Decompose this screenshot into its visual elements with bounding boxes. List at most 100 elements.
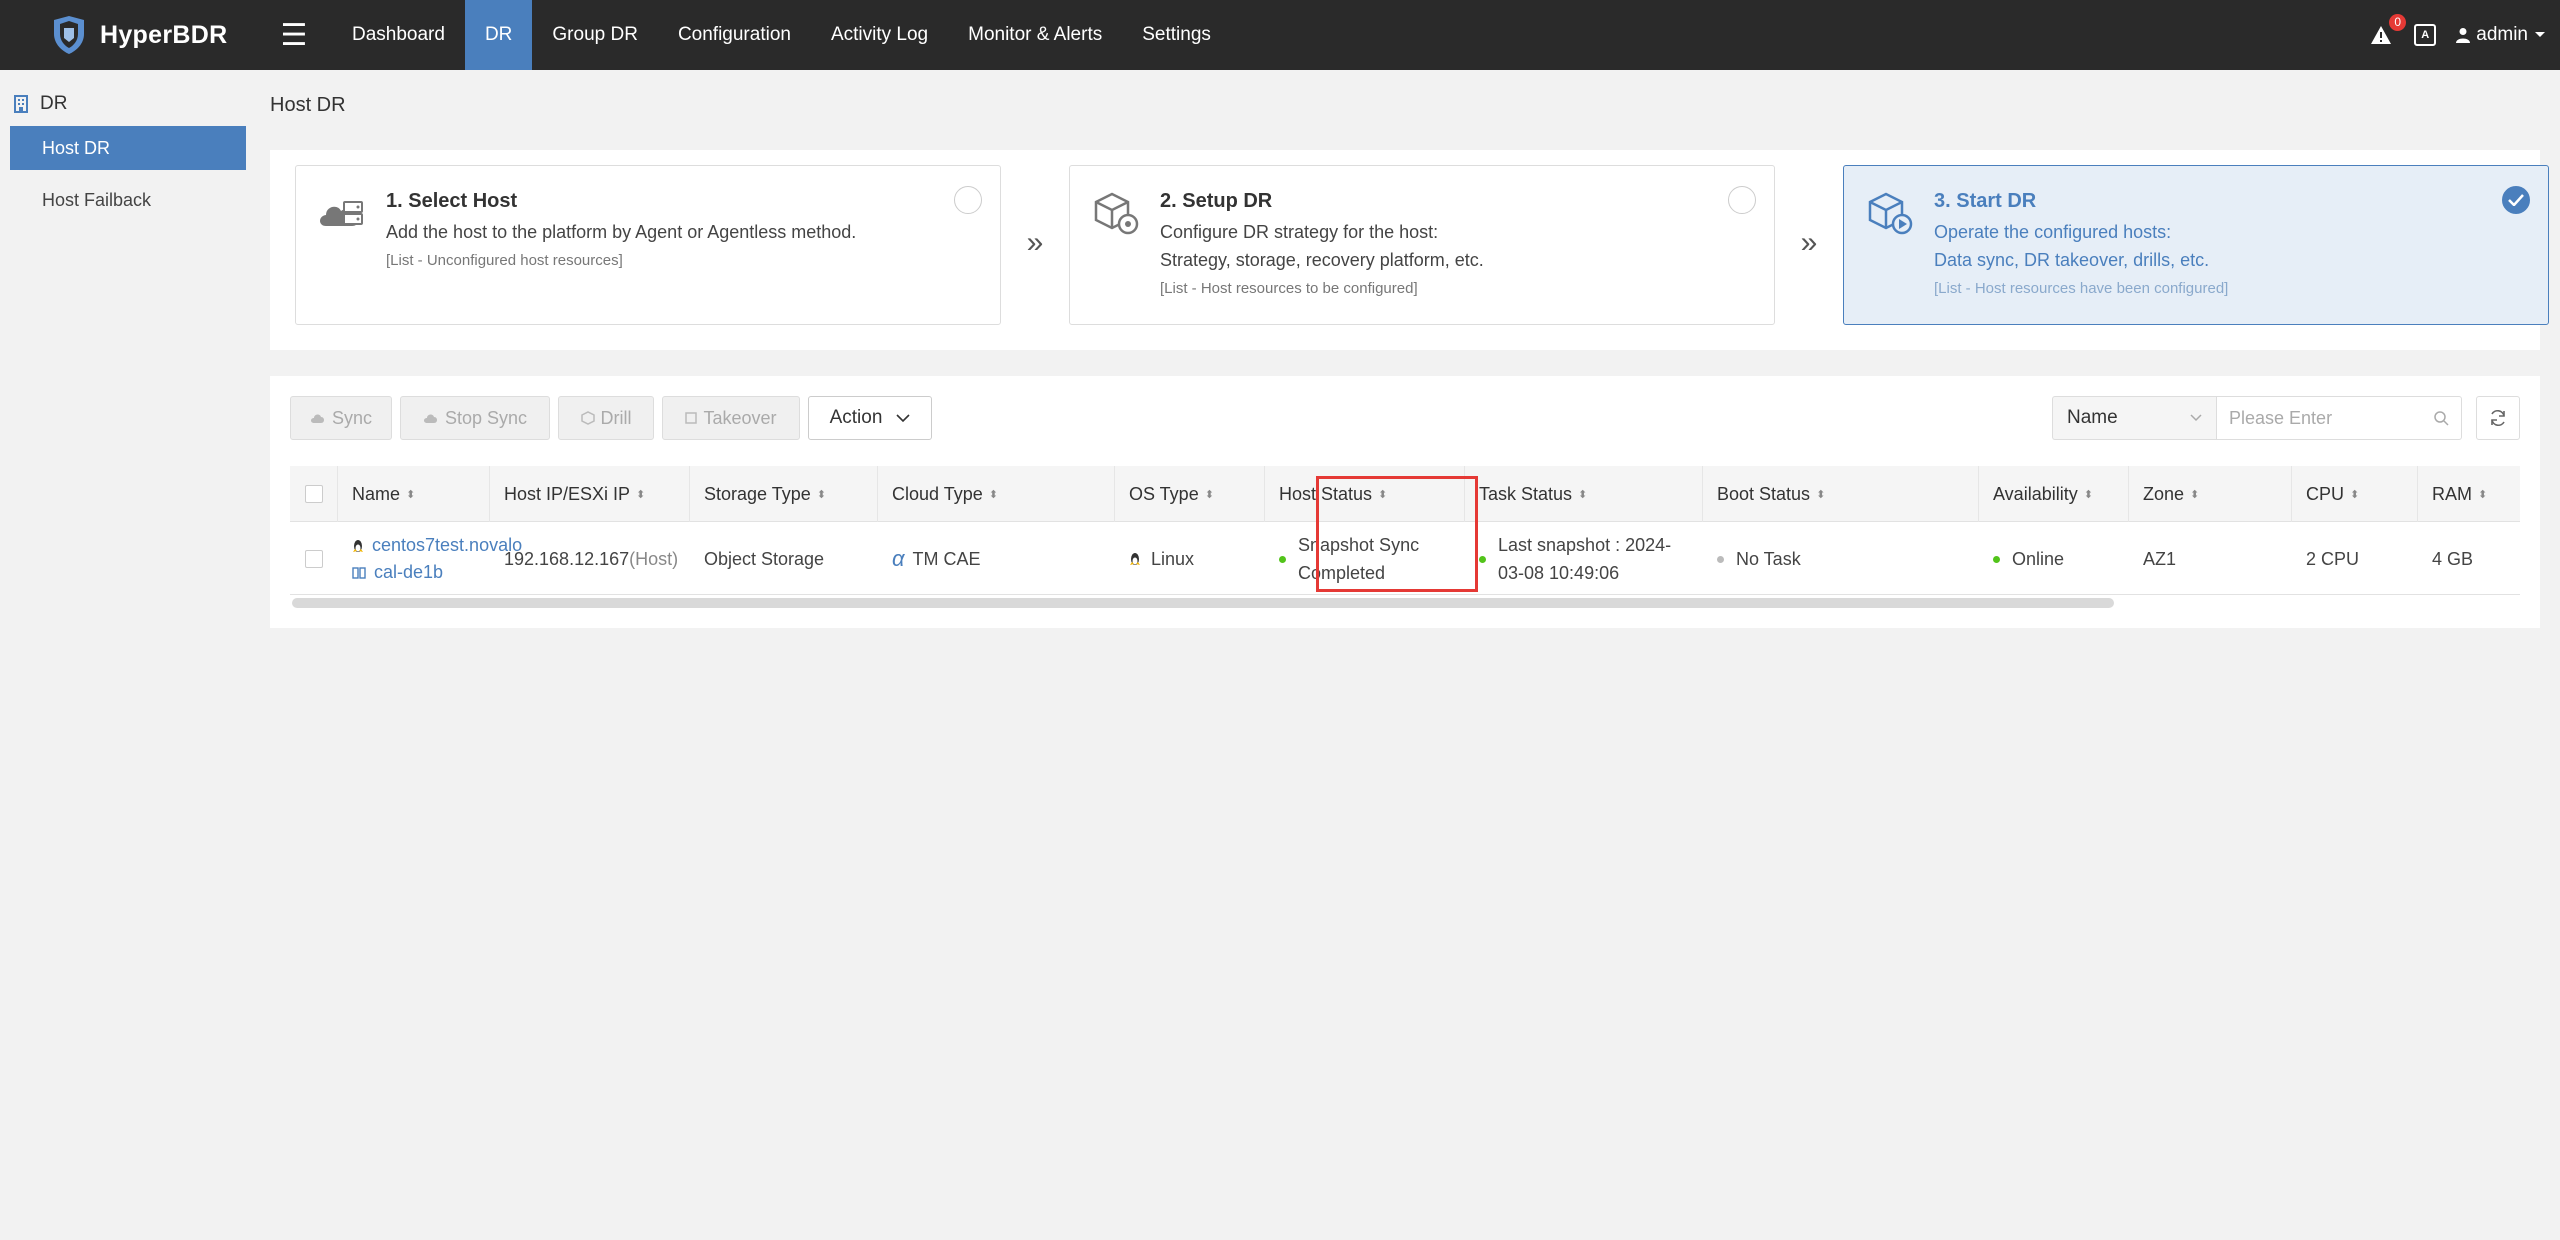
stop-sync-button[interactable]: Stop Sync [400,396,550,440]
column-label: Storage Type [704,483,811,504]
column-header-zone[interactable]: Zone ⬍ [2129,466,2292,522]
status-dot-icon [1993,555,2000,563]
chevron-double-right-icon: » [1800,226,1818,259]
sort-icon: ⬍ [2350,488,2360,501]
column-label: Host IP/ESXi IP [504,483,631,504]
nav-group-dr[interactable]: Group DR [532,0,658,70]
search-icon[interactable] [2433,410,2449,426]
refresh-button[interactable] [2476,396,2520,440]
check-icon [2508,194,2524,206]
step-note: [List - Unconfigured host resources] [386,252,623,269]
sync-label: Sync [331,407,373,428]
steps-panel: 1. Select Host Add the host to the platf… [270,150,2549,350]
step-desc-line2: Strategy, storage, recovery platform, et… [1160,250,1484,270]
column-header-boot-status[interactable]: Boot Status ⬍ [1703,466,1979,522]
sort-icon: ⬍ [988,488,998,501]
step-description: Add the host to the platform by Agent or… [386,218,856,246]
task-status-line1: Last snapshot : 2024- [1498,535,1672,555]
alpha-cloud-icon: α [892,546,905,571]
column-label: OS Type [1129,483,1199,504]
cloud-icon [423,414,437,423]
row-checkbox[interactable] [305,550,323,568]
step-radio-checked[interactable] [2502,186,2530,214]
main-nav: Dashboard DR Group DR Configuration Acti… [332,0,1231,70]
cell-storage-type: Object Storage [704,548,825,569]
nav-settings[interactable]: Settings [1122,0,1231,70]
column-header-host-ip[interactable]: Host IP/ESXi IP ⬍ [490,466,690,522]
app-logo[interactable]: HyperBDR [0,0,256,70]
top-navigation-bar: HyperBDR ☰ Dashboard DR Group DR Configu… [0,0,2560,70]
building-icon [14,95,28,113]
step-desc-line2: Data sync, DR takeover, drills, etc. [1934,250,2210,270]
column-label: Availability [1993,483,2078,504]
linux-tux-icon [1130,553,1140,565]
host-ip-suffix: (Host) [629,548,679,569]
sort-icon: ⬍ [2478,488,2488,501]
host-name-link-cont[interactable]: cal-de1b [374,562,443,583]
task-status-line2: 03-08 10:49:06 [1498,563,1620,583]
menu-toggle-icon[interactable]: ☰ [266,18,322,53]
step-description: Operate the configured hosts: Data sync,… [1934,218,2209,274]
step-note: [List - Host resources to be configured] [1160,280,1418,297]
nav-activity-log[interactable]: Activity Log [811,0,948,70]
column-label: CPU [2306,483,2345,504]
column-header-task-status[interactable]: Task Status ⬍ [1465,466,1703,522]
sort-icon: ⬍ [2083,488,2093,501]
step-select-host[interactable]: 1. Select Host Add the host to the platf… [295,165,1001,325]
step-title: 3. Start DR [1934,190,2037,212]
drill-cube-icon [580,411,595,425]
alert-triangle-icon [2371,26,2392,44]
column-header-os-type[interactable]: OS Type ⬍ [1115,466,1265,522]
takeover-button[interactable]: Takeover [662,396,800,440]
sort-icon: ⬍ [636,488,646,501]
column-header-ram[interactable]: RAM ⬍ [2418,466,2520,522]
column-header-name[interactable]: Name ⬍ [338,466,490,522]
column-header-cpu[interactable]: CPU ⬍ [2292,466,2418,522]
step-title: 1. Select Host [386,190,518,212]
sort-icon: ⬍ [2190,488,2200,501]
nav-monitor-alerts[interactable]: Monitor & Alerts [948,0,1122,70]
sort-icon: ⬍ [406,488,416,501]
takeover-server-icon [685,412,698,424]
host-ip-value: 192.168.12.167 [504,548,630,569]
sidebar-item-host-failback[interactable]: Host Failback [10,178,246,222]
action-dropdown[interactable]: Action [808,396,932,440]
horizontal-scrollbar[interactable] [292,598,2114,608]
user-icon [2456,28,2471,43]
page-title: Host DR [270,94,346,116]
boot-status-value: No Task [1736,548,1801,569]
column-label: Task Status [1479,483,1573,504]
user-name: admin [2476,24,2528,45]
cell-ram: 4 GB [2432,548,2474,569]
search-field-value: Name [2067,407,2118,428]
alert-bell[interactable]: 0 [2368,14,2407,48]
cell-task-status: Last snapshot : 2024- 03-08 10:49:06 [1465,523,1703,595]
select-all-checkbox[interactable] [304,485,323,503]
nav-dr[interactable]: DR [464,0,533,70]
cloud-type-value: TM CAE [912,548,981,569]
column-header-storage-type[interactable]: Storage Type ⬍ [690,466,878,522]
column-header-cloud-type[interactable]: Cloud Type ⬍ [878,466,1115,522]
user-menu[interactable]: admin [2456,24,2546,46]
search-input[interactable]: Please Enter [2216,396,2462,440]
cell-cpu: 2 CPU [2306,548,2360,569]
column-label: Cloud Type [892,483,983,504]
nav-dashboard[interactable]: Dashboard [332,0,465,70]
sync-button[interactable]: Sync [290,396,392,440]
cloud-icon [310,414,324,423]
step-start-dr[interactable]: 3. Start DR Operate the configured hosts… [1843,165,2549,325]
step-setup-dr[interactable]: 2. Setup DR Configure DR strategy for th… [1069,165,1775,325]
topbar-right: 0 A admin [2368,0,2546,70]
cell-os-type: Linux [1115,523,1265,595]
search-field-select[interactable]: Name [2052,396,2216,440]
caret-down-icon [2535,32,2545,37]
language-icon[interactable]: A [2414,24,2437,46]
sort-icon: ⬍ [1816,488,1826,501]
sidebar-item-host-dr[interactable]: Host DR [10,126,246,170]
step-radio[interactable] [954,186,982,214]
nav-configuration[interactable]: Configuration [658,0,811,70]
column-header-availability[interactable]: Availability ⬍ [1979,466,2129,522]
cell-cloud-type: α TM CAE [878,523,1115,595]
step-radio[interactable] [1728,186,1756,214]
drill-button[interactable]: Drill [558,396,654,440]
